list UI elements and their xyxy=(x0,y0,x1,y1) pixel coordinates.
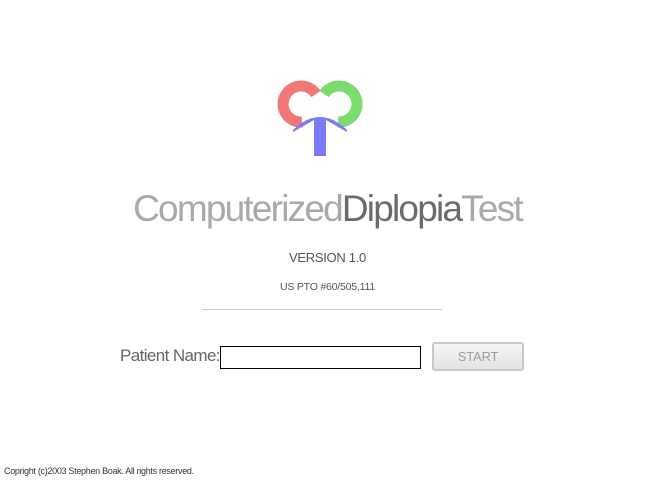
start-button[interactable]: START xyxy=(432,342,524,371)
app-logo-icon xyxy=(277,80,363,156)
app-title-computerized: Computerized xyxy=(133,188,344,229)
patent-label: US PTO #60/505,111 xyxy=(279,281,376,293)
logo-left-loop xyxy=(277,80,321,128)
version-label: VERSION 1.0 xyxy=(289,250,366,265)
patient-name-input[interactable] xyxy=(220,346,421,369)
logo-right-loop xyxy=(319,80,363,128)
app-title-diplopia: Diplopia xyxy=(341,188,463,229)
app-title-test: Test xyxy=(461,188,523,229)
app-title: ComputerizedDiplopiaTest xyxy=(0,186,655,232)
copyright-text: Copright (c)2003 Stephen Boak. All right… xyxy=(4,466,194,476)
divider xyxy=(202,309,442,310)
patient-name-label: Patient Name: xyxy=(120,346,221,365)
